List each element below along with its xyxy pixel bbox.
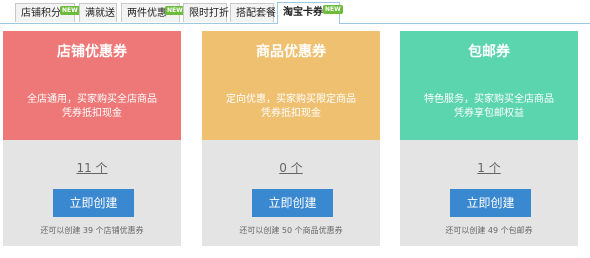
product-coupon-card: 商品优惠券 定向优惠，买家购买限定商品 凭券抵扣现金 0 个 立即创建 还可以创… — [202, 31, 380, 246]
new-badge: NEW — [60, 6, 80, 15]
card-title: 店铺优惠券 — [57, 44, 127, 60]
card-description-line: 凭券抵扣现金 — [261, 108, 321, 119]
coupon-count-link[interactable]: 11 个 — [3, 159, 181, 176]
coupon-count-link[interactable]: 0 个 — [202, 159, 380, 176]
tab-label: 搭配套餐 — [236, 8, 276, 19]
card-title: 包邮券 — [468, 44, 510, 60]
tab-store-points[interactable]: 店铺积分 NEW — [15, 3, 80, 22]
tab-bundle[interactable]: 搭配套餐 — [230, 3, 276, 22]
card-description: 特色服务，买家购买全店商品 凭券享包邮权益 — [400, 93, 578, 121]
tab-full-gift[interactable]: 满就送 — [79, 3, 117, 22]
create-shipping-coupon-button[interactable]: 立即创建 — [450, 189, 531, 217]
create-store-coupon-button[interactable]: 立即创建 — [53, 189, 134, 217]
card-description-line: 定向优惠，买家购买限定商品 — [226, 94, 356, 105]
create-product-coupon-button[interactable]: 立即创建 — [252, 189, 333, 217]
card-title: 商品优惠券 — [256, 44, 326, 60]
card-header: 包邮券 特色服务，买家购买全店商品 凭券享包邮权益 — [400, 31, 578, 140]
card-description-line: 凭券享包邮权益 — [454, 108, 524, 119]
tab-label: 淘宝卡券 — [283, 7, 323, 18]
tab-label: 店铺积分 — [21, 8, 61, 19]
card-header: 商品优惠券 定向优惠，买家购买限定商品 凭券抵扣现金 — [202, 31, 380, 140]
card-description-line: 全店通用，买家购买全店商品 — [27, 94, 157, 105]
free-shipping-coupon-card: 包邮券 特色服务，买家购买全店商品 凭券享包邮权益 1 个 立即创建 还可以创建… — [400, 31, 578, 246]
card-description: 全店通用，买家购买全店商品 凭券抵扣现金 — [3, 93, 181, 121]
tab-label: 限时打折 — [189, 8, 229, 19]
new-badge: NEW — [323, 5, 343, 14]
new-badge: NEW — [165, 6, 185, 15]
tab-label: 满就送 — [85, 8, 115, 19]
tab-two-item-discount[interactable]: 两件优惠 NEW — [121, 3, 185, 22]
remaining-quota: 还可以创建 39 个店铺优惠券 — [40, 226, 144, 235]
tab-flash-sale[interactable]: 限时打折 — [183, 3, 229, 22]
tab-bar: 店铺积分 NEW 满就送 两件优惠 NEW 限时打折 搭配套餐 淘宝卡券 NEW — [0, 0, 590, 24]
coupon-count-link[interactable]: 1 个 — [400, 159, 578, 176]
store-coupon-card: 店铺优惠券 全店通用，买家购买全店商品 凭券抵扣现金 11 个 立即创建 还可以… — [3, 31, 181, 246]
card-header: 店铺优惠券 全店通用，买家购买全店商品 凭券抵扣现金 — [3, 31, 181, 140]
card-description-line: 特色服务，买家购买全店商品 — [424, 94, 554, 105]
remaining-quota: 还可以创建 50 个商品优惠券 — [239, 226, 343, 235]
remaining-quota: 还可以创建 49 个包邮券 — [445, 226, 533, 235]
card-description: 定向优惠，买家购买限定商品 凭券抵扣现金 — [202, 93, 380, 121]
tab-coupons[interactable]: 淘宝卡券 NEW — [277, 2, 343, 24]
tab-label: 两件优惠 — [127, 8, 167, 19]
card-description-line: 凭券抵扣现金 — [62, 108, 122, 119]
